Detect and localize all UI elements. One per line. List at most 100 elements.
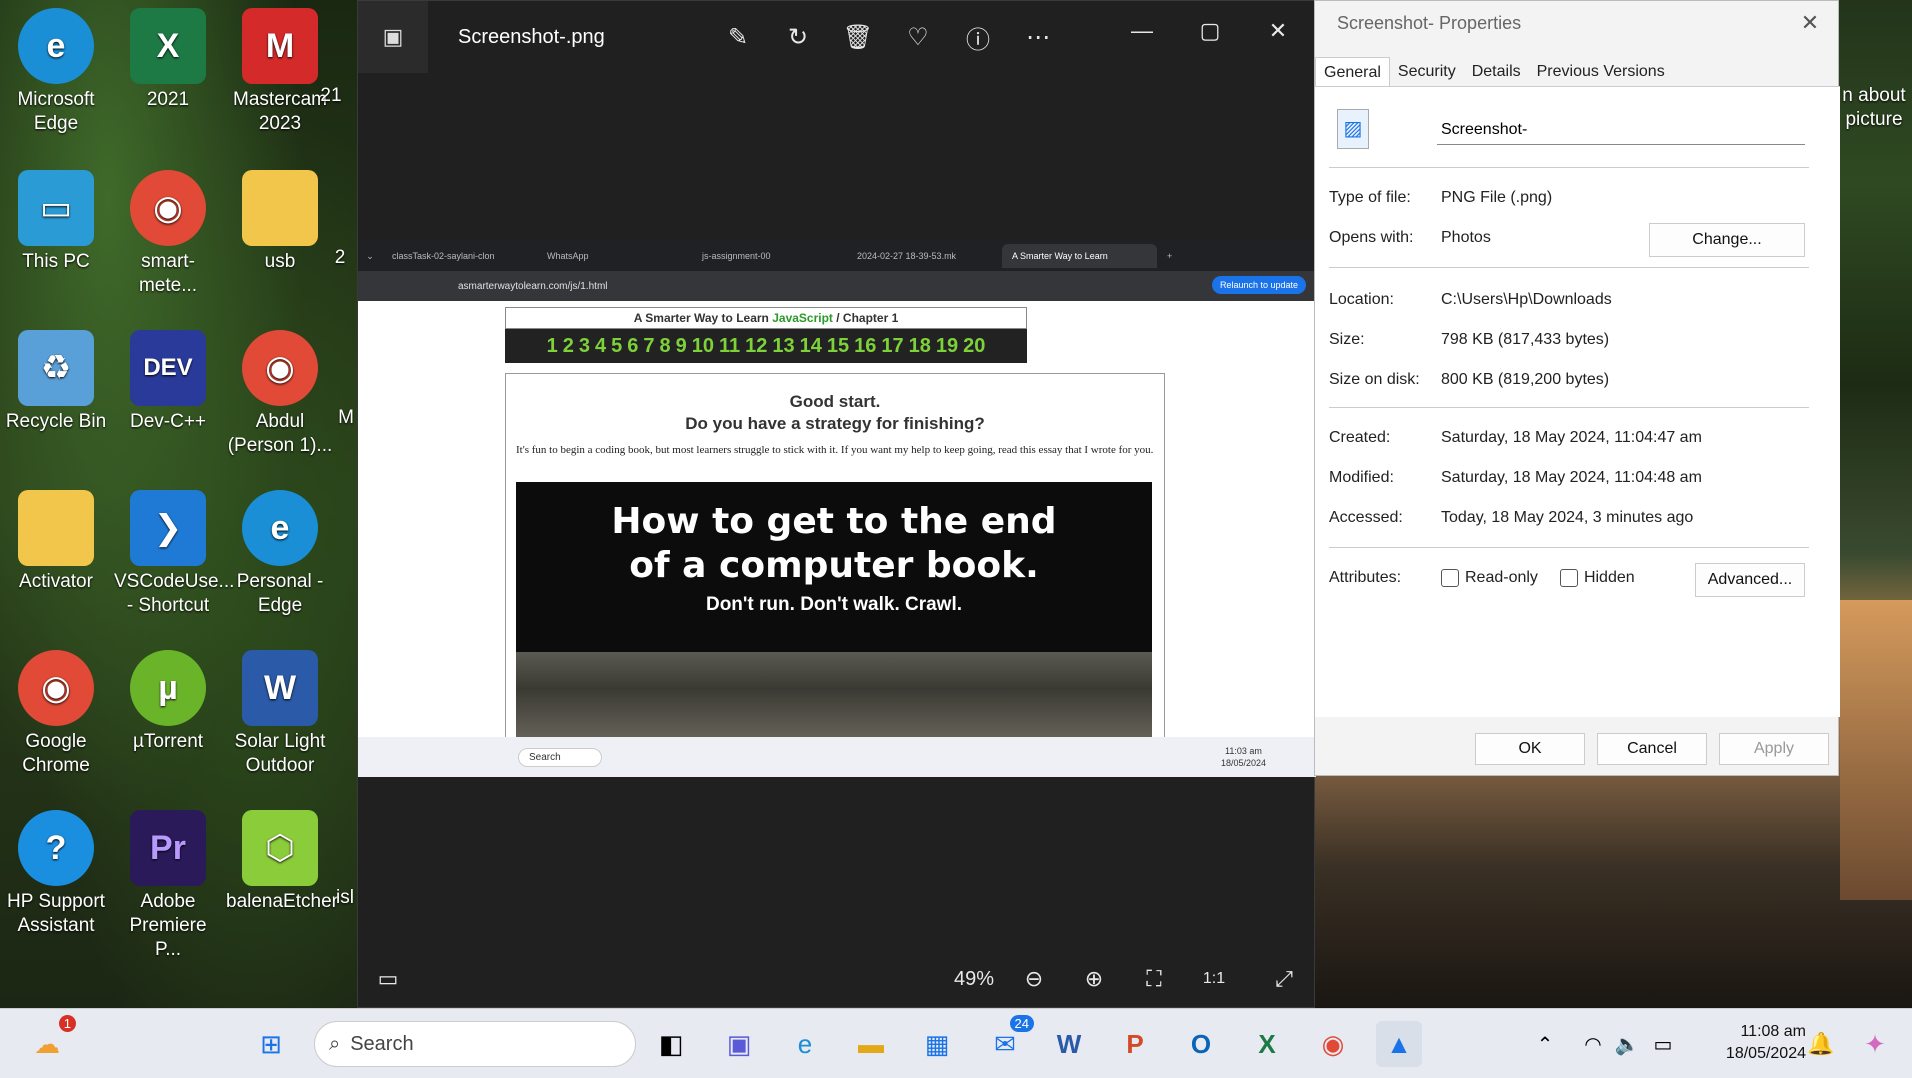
edge-icon[interactable]: e <box>782 1021 828 1067</box>
excel-icon[interactable]: X <box>1244 1021 1290 1067</box>
maximize-button[interactable]: ▢ <box>1182 13 1238 49</box>
taskbar-search[interactable]: ⌕ Search <box>314 1021 636 1067</box>
created-row: Created: Saturday, 18 May 2024, 11:04:47 … <box>1329 429 1824 447</box>
desktop-icon-devcpp[interactable]: DEV Dev-C++ <box>114 330 222 434</box>
inner-taskbar: Search 11:03 am 18/05/2024 <box>358 737 1316 777</box>
desktop-icon-vscode[interactable]: ❯ VSCodeUse... - Shortcut <box>114 490 234 618</box>
chapter-numbers: 1 2 3 4 5 6 7 8 9 10 11 12 13 14 15 16 1… <box>505 329 1027 363</box>
checkbox-box[interactable] <box>1441 569 1459 587</box>
rotate-icon[interactable]: ↻ <box>768 15 828 59</box>
start-icon[interactable]: ⊞ <box>248 1021 294 1067</box>
desktop-icon-google-chrome[interactable]: ◉ Google Chrome <box>2 650 110 778</box>
chat-icon[interactable]: ▣ <box>716 1021 762 1067</box>
fullscreen-icon[interactable]: ⤢ <box>1264 959 1304 999</box>
more-icon[interactable]: ⋯ <box>1008 15 1068 59</box>
desktop-icon-premiere[interactable]: Pr Adobe Premiere P... <box>114 810 222 962</box>
chapter-number: 3 <box>578 334 590 357</box>
favorite-icon[interactable]: ♡ <box>888 15 948 59</box>
search-placeholder: Search <box>350 1032 414 1055</box>
battery-icon[interactable]: ▭ <box>1640 1021 1686 1067</box>
desktop-icon-abdul-chrome[interactable]: ◉ Abdul (Person 1)... <box>226 330 334 458</box>
task-view-icon[interactable]: ◧ <box>648 1021 694 1067</box>
info-icon[interactable]: ⓘ <box>948 15 1008 59</box>
hidden-checkbox[interactable]: Hidden <box>1559 569 1635 587</box>
desktop-icon-mastercam[interactable]: M Mastercam 2023 <box>226 8 334 136</box>
screenshot-image[interactable]: ⌄ classTask-02-saylani-clon WhatsApp js-… <box>358 241 1316 777</box>
hidden-label: Hidden <box>1583 569 1635 587</box>
actual-size-icon[interactable]: 1:1 <box>1194 959 1234 999</box>
file-explorer-icon[interactable]: ▬ <box>848 1021 894 1067</box>
chrome-icon[interactable]: ◉ <box>1310 1021 1356 1067</box>
desktop-icon-utorrent[interactable]: µ µTorrent <box>114 650 222 754</box>
desktop-partial-label: isl <box>336 887 354 908</box>
notification-bell-icon[interactable]: 🔔 <box>1798 1021 1844 1067</box>
tab-security[interactable]: Security <box>1390 57 1464 86</box>
zoom-out-icon[interactable]: ⊖ <box>1014 959 1054 999</box>
location-row: Location: C:\Users\Hp\Downloads <box>1329 291 1824 309</box>
apply-button[interactable]: Apply <box>1719 733 1829 765</box>
opens-value: Photos <box>1441 229 1491 246</box>
chevron-up-icon[interactable]: ⌃ <box>1522 1021 1568 1067</box>
modified-row: Modified: Saturday, 18 May 2024, 11:04:48… <box>1329 469 1824 487</box>
wallpaper-sunset <box>1840 600 1912 900</box>
browser-tab: js-assignment-00 <box>692 244 847 268</box>
desktop-icon-solar-light[interactable]: W Solar Light Outdoor <box>226 650 334 778</box>
close-icon[interactable]: ✕ <box>1792 5 1828 41</box>
premiere-icon: Pr <box>130 810 206 886</box>
created-value: Saturday, 18 May 2024, 11:04:47 am <box>1441 429 1702 446</box>
photos-icon[interactable]: ▲ <box>1376 1021 1422 1067</box>
desktop-icon-balena[interactable]: ⬡ balenaEtcher <box>226 810 338 914</box>
desktop-icon-label: balenaEtcher <box>226 891 338 912</box>
outlook-icon[interactable]: O <box>1178 1021 1224 1067</box>
desktop-icon-activator[interactable]: Activator <box>2 490 110 594</box>
minimize-button[interactable]: — <box>1114 13 1170 49</box>
tab-details[interactable]: Details <box>1464 57 1529 86</box>
modified-label: Modified: <box>1329 469 1394 486</box>
desktop-icon-smart-meter[interactable]: ◉ smart-mete... <box>114 170 222 298</box>
word-icon[interactable]: W <box>1046 1021 1092 1067</box>
accessed-label: Accessed: <box>1329 509 1403 526</box>
desktop-icon-excel[interactable]: X 2021 <box>114 8 222 112</box>
weather-icon[interactable]: ☁ 1 <box>24 1015 76 1067</box>
browser-tabstrip: ⌄ classTask-02-saylani-clon WhatsApp js-… <box>358 241 1316 271</box>
copilot-icon[interactable]: ✦ <box>1852 1021 1898 1067</box>
powerpoint-icon[interactable]: P <box>1112 1021 1158 1067</box>
size-row: Size: 798 KB (817,433 bytes) <box>1329 331 1824 349</box>
fit-icon[interactable]: ⛶ <box>1134 959 1174 999</box>
delete-icon[interactable]: 🗑 <box>828 15 888 59</box>
chapter-number: 16 <box>854 334 877 357</box>
desktop-icon-hp-support[interactable]: ? HP Support Assistant <box>2 810 110 938</box>
zoom-in-icon[interactable]: ⊕ <box>1074 959 1114 999</box>
chapter-number: 10 <box>691 334 714 357</box>
mail-icon[interactable]: ✉ 24 <box>982 1015 1034 1067</box>
ok-button[interactable]: OK <box>1475 733 1585 765</box>
advanced-button[interactable]: Advanced... <box>1695 563 1805 597</box>
readonly-checkbox[interactable]: Read-only <box>1441 569 1538 587</box>
close-button[interactable]: ✕ <box>1250 13 1306 49</box>
monitor-icon: ▭ <box>18 170 94 246</box>
desktop-icon-this-pc[interactable]: ▭ This PC <box>2 170 110 274</box>
filename-input[interactable] <box>1437 115 1805 145</box>
properties-body: ▨ Type of file: PNG File (.png) Opens wit… <box>1315 87 1840 717</box>
desktop-icon-usb[interactable]: usb <box>226 170 334 274</box>
store-icon[interactable]: ▦ <box>914 1021 960 1067</box>
tab-general[interactable]: General <box>1315 57 1390 86</box>
mastercam-icon: M <box>242 8 318 84</box>
modified-value: Saturday, 18 May 2024, 11:04:48 am <box>1441 469 1702 486</box>
gallery-icon[interactable]: ▣ <box>358 1 428 73</box>
desktop-icon-recycle-bin[interactable]: ♻ Recycle Bin <box>2 330 110 434</box>
tab-previous-versions[interactable]: Previous Versions <box>1529 57 1673 86</box>
cancel-button[interactable]: Cancel <box>1597 733 1707 765</box>
change-button[interactable]: Change... <box>1649 223 1805 257</box>
desktop-icon-edge[interactable]: e Microsoft Edge <box>2 8 110 136</box>
edge-icon: e <box>242 490 318 566</box>
taskbar-clock[interactable]: 11:08 am 18/05/2024 <box>1706 1021 1806 1065</box>
accessed-row: Accessed: Today, 18 May 2024, 3 minutes a… <box>1329 509 1824 527</box>
weather-badge: 1 <box>58 1015 76 1032</box>
edit-icon[interactable]: ✎ <box>708 15 768 59</box>
essay-box: Good start. Do you have a strategy for f… <box>505 373 1165 753</box>
desktop-icon-personal-edge[interactable]: e Personal - Edge <box>226 490 334 618</box>
relaunch-badge: Relaunch to update <box>1211 276 1306 294</box>
checkbox-box[interactable] <box>1559 569 1578 587</box>
filmstrip-icon[interactable]: ▭ <box>368 959 408 999</box>
